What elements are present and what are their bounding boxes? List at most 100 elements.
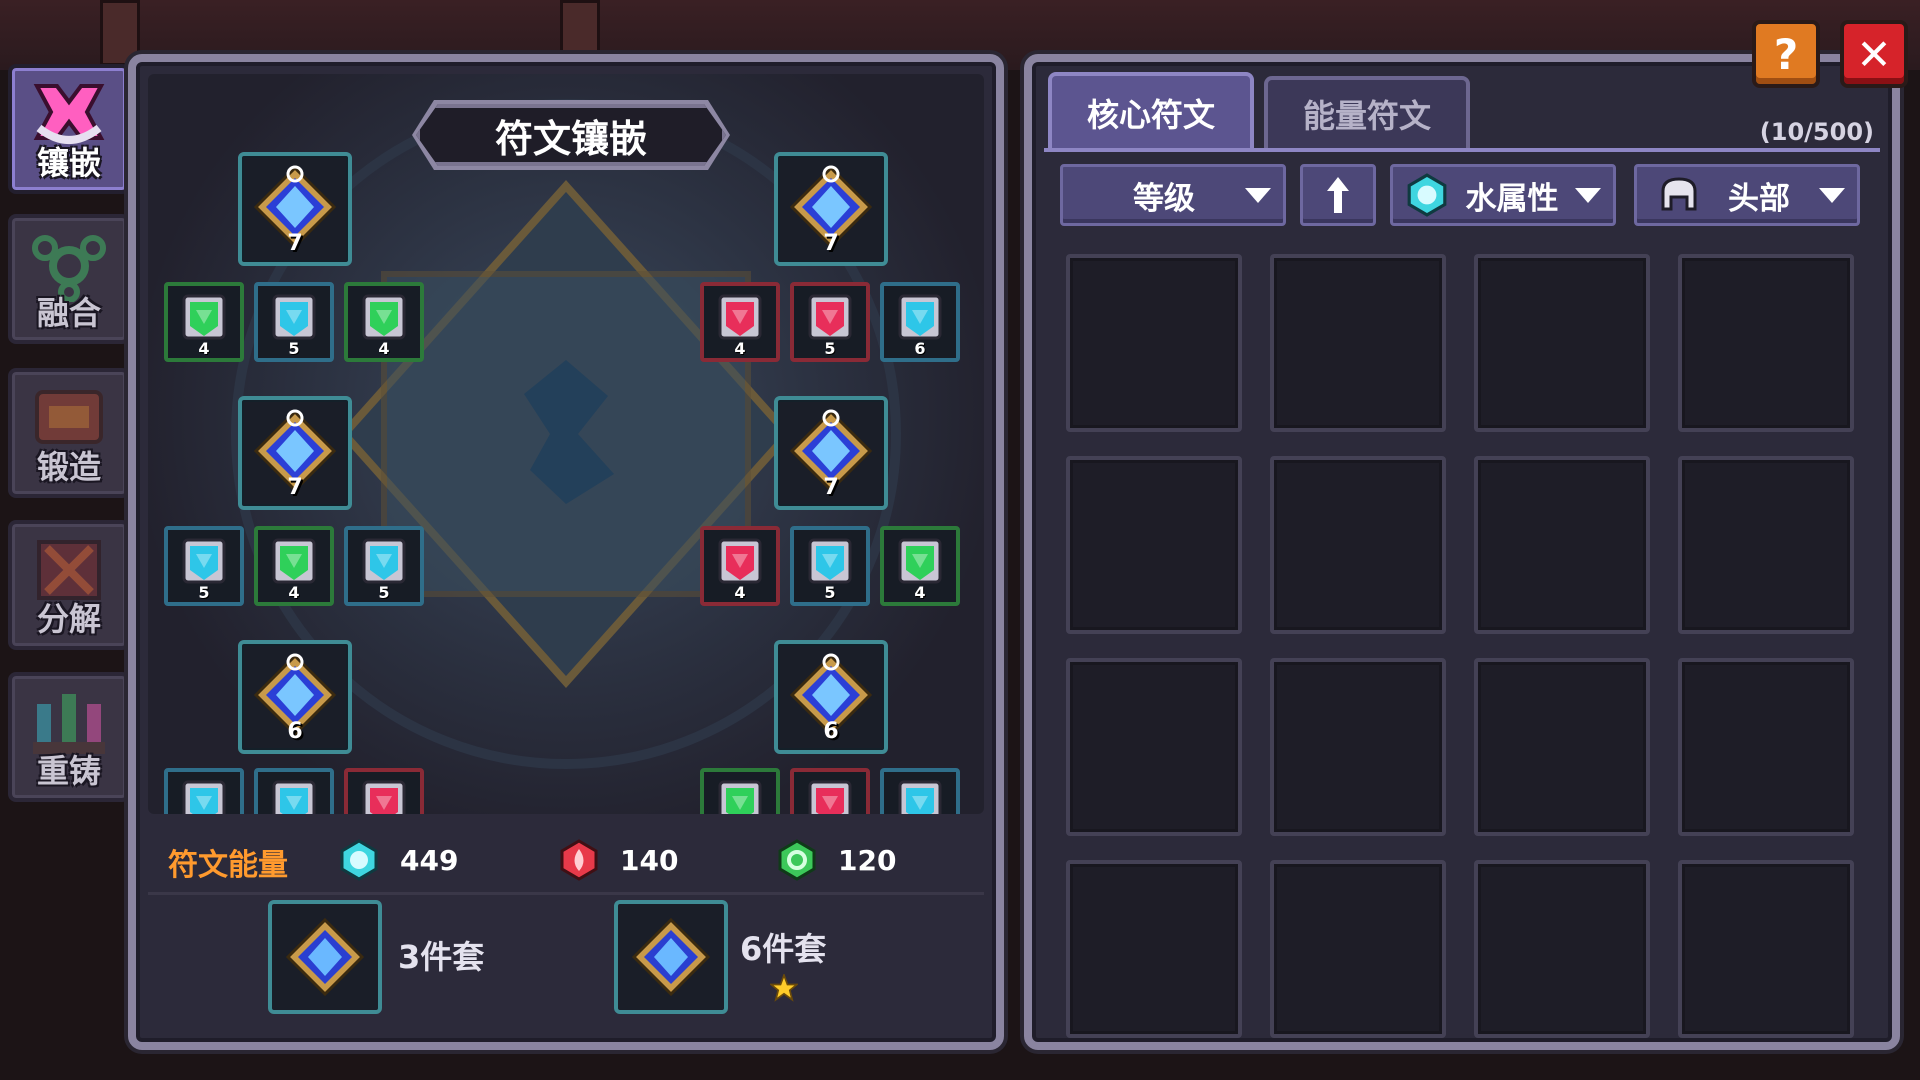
- inventory-slot[interactable]: [1270, 658, 1446, 836]
- side-tab-recast[interactable]: 重铸: [8, 672, 130, 802]
- side-tab-label: 镶嵌: [36, 144, 101, 182]
- rune-inventory-panel: 核心符文 能量符文 (10/500) 等级 水属性 头部: [1024, 54, 1900, 1050]
- blue-rune-icon: [898, 780, 942, 814]
- core-rune-level: 6: [823, 719, 839, 744]
- rune-level: 5: [824, 583, 836, 602]
- slot-dropdown-label: 头部: [1728, 180, 1790, 217]
- core-rune-slot[interactable]: 7: [238, 152, 352, 266]
- rune-level: 5: [824, 339, 836, 358]
- wood-energy: 120: [776, 838, 896, 882]
- red-rune-icon: [808, 294, 852, 340]
- rune-energy-row: 符文能量 449 140 120: [148, 828, 984, 895]
- rune-level: 4: [734, 583, 746, 602]
- set-3-label: 3件套: [398, 938, 485, 976]
- core-rune-level: 7: [287, 231, 303, 256]
- rune-slot-green[interactable]: 4: [344, 282, 424, 362]
- slot-dropdown[interactable]: 头部: [1634, 164, 1860, 226]
- rune-slot-green[interactable]: 4: [164, 282, 244, 362]
- inventory-slot[interactable]: [1066, 456, 1242, 634]
- rune-slot-blue[interactable]: 5: [254, 768, 334, 814]
- sort-dropdown[interactable]: 等级: [1060, 164, 1286, 226]
- green-rune-icon: [898, 538, 942, 584]
- fire-energy-icon: [560, 839, 598, 881]
- set-6-label: 6件套: [740, 930, 827, 968]
- side-tab-fusion[interactable]: 融合: [8, 214, 130, 344]
- rune-slot-blue[interactable]: 5: [790, 526, 870, 606]
- board-title: 符文镶嵌: [416, 104, 726, 166]
- rune-slot-green[interactable]: 4: [880, 526, 960, 606]
- rune-slot-red[interactable]: 5: [344, 768, 424, 814]
- red-rune-icon: [718, 294, 762, 340]
- core-rune-slot[interactable]: 7: [238, 396, 352, 510]
- arrow-up-icon: [1327, 177, 1349, 213]
- inventory-slot[interactable]: [1270, 860, 1446, 1038]
- core-rune-level: 7: [287, 475, 303, 500]
- core-rune-level: 7: [823, 231, 839, 256]
- core-rune-slot[interactable]: 7: [774, 396, 888, 510]
- rune-slot-green[interactable]: 5: [700, 768, 780, 814]
- rune-slot-green[interactable]: 4: [254, 526, 334, 606]
- water-energy: 449: [338, 838, 458, 882]
- rune-slot-red[interactable]: 4: [700, 282, 780, 362]
- rune-slot-blue[interactable]: 5: [164, 768, 244, 814]
- inventory-slot[interactable]: [1678, 254, 1854, 432]
- tab-label: 核心符文: [1086, 96, 1215, 134]
- rune-slot-blue[interactable]: 6: [880, 282, 960, 362]
- rune-slot-blue[interactable]: 5: [880, 768, 960, 814]
- inventory-slot[interactable]: [1270, 456, 1446, 634]
- rune-level: 4: [378, 339, 390, 358]
- helmet-icon: [1661, 177, 1697, 211]
- red-rune-icon: [808, 780, 852, 814]
- tab-energy-runes[interactable]: 能量符文: [1264, 76, 1470, 148]
- rune-slot-blue[interactable]: 5: [344, 526, 424, 606]
- core-rune-slot[interactable]: 6: [238, 640, 352, 754]
- side-tab-label: 重铸: [36, 752, 101, 790]
- core-rune-level: 7: [823, 475, 839, 500]
- close-icon: ✕: [1856, 29, 1892, 79]
- side-tab-label: 锻造: [36, 448, 101, 486]
- water-element-icon: [1407, 173, 1447, 217]
- inventory-slot[interactable]: [1270, 254, 1446, 432]
- rune-slot-red[interactable]: 4: [700, 526, 780, 606]
- inventory-slot[interactable]: [1066, 860, 1242, 1038]
- core-rune-level: 6: [287, 719, 303, 744]
- set-3-icon: [286, 918, 364, 996]
- side-tab-forge[interactable]: 锻造: [8, 368, 130, 498]
- element-dropdown[interactable]: 水属性: [1390, 164, 1616, 226]
- chevron-down-icon: [1575, 187, 1601, 203]
- sort-direction-button[interactable]: [1300, 164, 1376, 226]
- inventory-slot[interactable]: [1474, 456, 1650, 634]
- rune-level: 5: [288, 339, 300, 358]
- side-tab-inlay[interactable]: 镶嵌: [8, 64, 130, 194]
- rune-level: 5: [198, 583, 210, 602]
- side-tab-decompose[interactable]: 分解: [8, 520, 130, 650]
- rune-level: 4: [198, 339, 210, 358]
- wood-energy-value: 120: [838, 843, 897, 877]
- set-3-slot[interactable]: [268, 900, 382, 1014]
- help-icon: ?: [1773, 29, 1799, 79]
- rune-slot-red[interactable]: 5: [790, 768, 870, 814]
- tab-core-runes[interactable]: 核心符文: [1048, 72, 1254, 150]
- inventory-slot[interactable]: [1678, 658, 1854, 836]
- green-rune-icon: [362, 294, 406, 340]
- inventory-slot[interactable]: [1678, 456, 1854, 634]
- rune-level: 4: [914, 583, 926, 602]
- rune-slot-blue[interactable]: 5: [254, 282, 334, 362]
- inventory-slot[interactable]: [1474, 658, 1650, 836]
- blue-rune-icon: [182, 538, 226, 584]
- help-button[interactable]: ?: [1752, 20, 1820, 88]
- rune-slot-blue[interactable]: 5: [164, 526, 244, 606]
- inventory-slot[interactable]: [1678, 860, 1854, 1038]
- set-6-slot[interactable]: [614, 900, 728, 1014]
- inventory-slot[interactable]: [1474, 860, 1650, 1038]
- inventory-slot[interactable]: [1066, 658, 1242, 836]
- rune-slot-red[interactable]: 5: [790, 282, 870, 362]
- chevron-down-icon: [1245, 187, 1271, 203]
- close-button[interactable]: ✕: [1840, 20, 1908, 88]
- core-rune-slot[interactable]: 7: [774, 152, 888, 266]
- inventory-slot[interactable]: [1474, 254, 1650, 432]
- rune-level: 4: [734, 339, 746, 358]
- blue-rune-icon: [272, 780, 316, 814]
- core-rune-slot[interactable]: 6: [774, 640, 888, 754]
- inventory-slot[interactable]: [1066, 254, 1242, 432]
